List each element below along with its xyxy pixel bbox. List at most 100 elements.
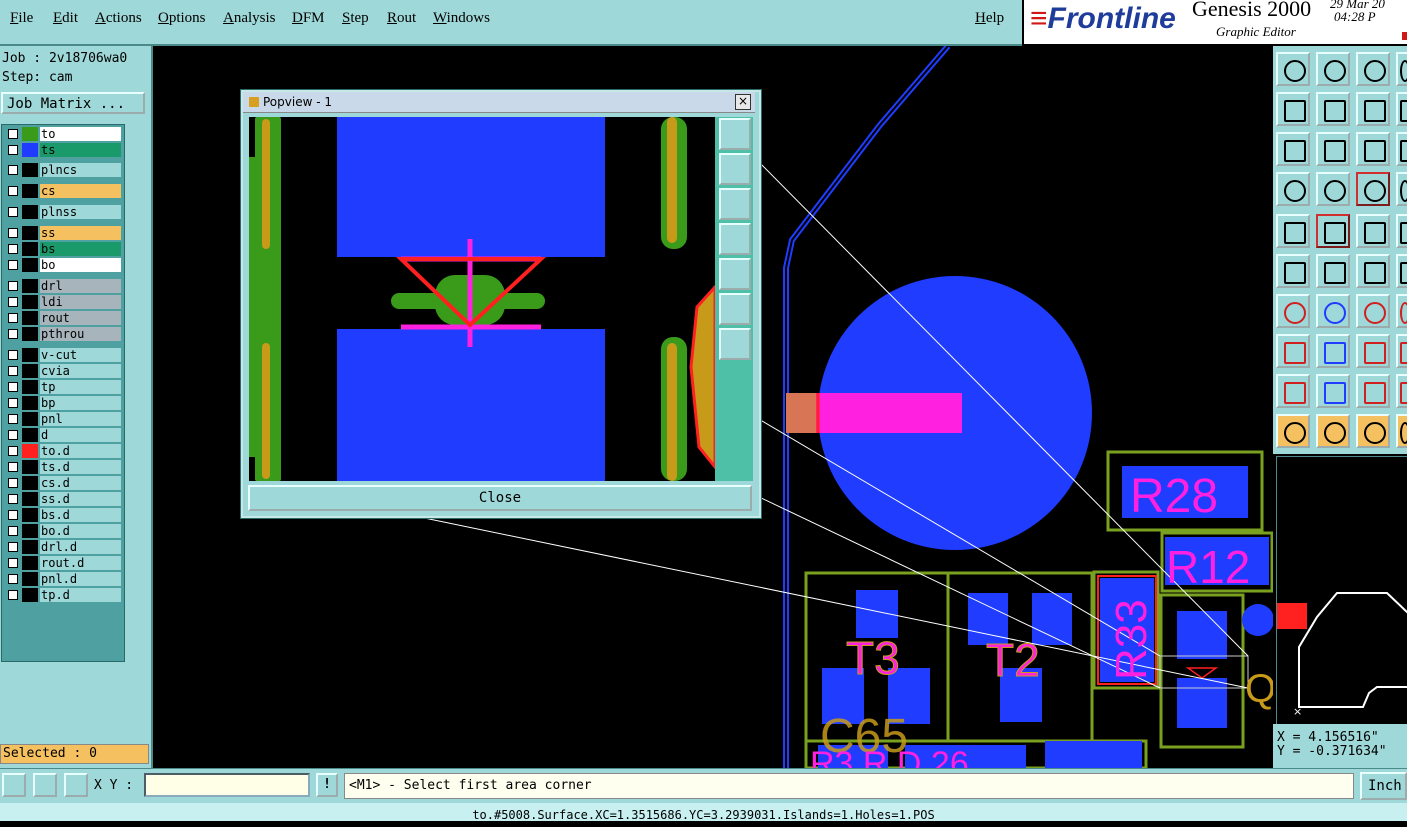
pan-left-icon[interactable] [719, 223, 751, 255]
zoom-box-icon[interactable] [1356, 334, 1390, 368]
menu-options[interactable]: Options [158, 10, 206, 27]
layer-checkbox[interactable] [8, 244, 18, 254]
layer-checkbox[interactable] [8, 186, 18, 196]
layer-row[interactable]: ss.d [4, 492, 122, 506]
layer-row[interactable]: rout [4, 311, 122, 325]
layer-name[interactable]: rout.d [40, 556, 121, 570]
layer-name[interactable]: pnl.d [40, 572, 121, 586]
layer-checkbox[interactable] [8, 260, 18, 270]
layer-name[interactable]: to [40, 127, 121, 141]
layer-checkbox[interactable] [8, 165, 18, 175]
undo-icon[interactable] [1276, 92, 1310, 126]
extra9-icon[interactable] [1396, 374, 1407, 408]
layer-name[interactable]: ss [40, 226, 121, 240]
layer-checkbox[interactable] [8, 145, 18, 155]
layer-color-swatch[interactable] [22, 556, 38, 570]
layer-color-swatch[interactable] [22, 279, 38, 293]
layer-color-swatch[interactable] [22, 127, 38, 141]
layer-color-swatch[interactable] [22, 258, 38, 272]
layer-row[interactable]: drl [4, 279, 122, 293]
layer-checkbox[interactable] [8, 414, 18, 424]
layer-name[interactable]: cs.d [40, 476, 121, 490]
menu-rout[interactable]: Rout [387, 10, 416, 27]
scale-icon[interactable] [1356, 132, 1390, 166]
menu-help[interactable]: Help [975, 10, 1004, 27]
popview-titlebar[interactable]: Popview - 1 × [243, 92, 755, 113]
layer-name[interactable]: ss.d [40, 492, 121, 506]
layer-name[interactable]: plnss [40, 205, 121, 219]
layer-name[interactable]: drl [40, 279, 121, 293]
layer-name[interactable]: plncs [40, 163, 121, 177]
layer-row[interactable]: pnl.d [4, 572, 122, 586]
ruler-icon[interactable] [1356, 214, 1390, 248]
layer-color-swatch[interactable] [22, 444, 38, 458]
extra7-icon[interactable] [1396, 294, 1407, 328]
zoom-area-icon[interactable] [1316, 132, 1350, 166]
pad-move-icon[interactable] [1276, 334, 1310, 368]
pan-down-icon[interactable] [719, 188, 751, 220]
close-button[interactable]: Close [248, 485, 752, 511]
menu-windows[interactable]: Windows [433, 10, 490, 27]
pan-up-icon[interactable] [719, 153, 751, 185]
popview-canvas[interactable] [249, 117, 715, 481]
zoom-out-icon[interactable] [719, 328, 751, 360]
layer-color-swatch[interactable] [22, 476, 38, 490]
layer-color-swatch[interactable] [22, 588, 38, 602]
layer-name[interactable]: drl.d [40, 540, 121, 554]
layer-color-swatch[interactable] [22, 460, 38, 474]
save-icon[interactable] [1316, 52, 1350, 86]
draw-segment-icon[interactable] [1316, 294, 1350, 328]
layer-checkbox[interactable] [8, 526, 18, 536]
layer-color-swatch[interactable] [22, 508, 38, 522]
layer-color-swatch[interactable] [22, 327, 38, 341]
measure-icon[interactable] [1276, 172, 1310, 206]
layer-color-swatch[interactable] [22, 295, 38, 309]
select-line-icon[interactable] [1316, 214, 1350, 248]
layer-row[interactable]: pnl [4, 412, 122, 426]
layer-row[interactable]: pthrou [4, 327, 122, 341]
reset-icon[interactable] [1356, 92, 1390, 126]
layer-row[interactable]: ts.d [4, 460, 122, 474]
layer-color-swatch[interactable] [22, 205, 38, 219]
layer-checkbox[interactable] [8, 366, 18, 376]
select-pad-icon[interactable] [1276, 214, 1310, 248]
menu-step[interactable]: Step [342, 10, 369, 27]
layer-checkbox[interactable] [8, 207, 18, 217]
layer-row[interactable]: cs [4, 184, 122, 198]
xy-input[interactable] [144, 773, 310, 797]
layer-name[interactable]: bs.d [40, 508, 121, 522]
units-button[interactable]: Inch [1360, 772, 1407, 800]
close-icon[interactable]: × [735, 94, 751, 110]
zoom-home-icon[interactable] [1276, 132, 1310, 166]
layer-name[interactable]: cvia [40, 364, 121, 378]
netlist-icon[interactable] [1356, 172, 1390, 206]
layer-color-swatch[interactable] [22, 242, 38, 256]
execute-button[interactable]: ! [316, 773, 338, 797]
layer-color-swatch[interactable] [22, 311, 38, 325]
letter-a-icon[interactable] [1316, 374, 1350, 408]
extra6-icon[interactable] [1396, 254, 1407, 288]
layer-row[interactable]: v-cut [4, 348, 122, 362]
layer-checkbox[interactable] [8, 542, 18, 552]
snap-icon[interactable] [2, 773, 26, 797]
triangle-icon[interactable] [1276, 374, 1310, 408]
layer-color-swatch[interactable] [22, 380, 38, 394]
layer-color-swatch[interactable] [22, 348, 38, 362]
layer-row[interactable]: tp [4, 380, 122, 394]
layer-checkbox[interactable] [8, 350, 18, 360]
extra2-icon[interactable] [1396, 92, 1407, 126]
layer-name[interactable]: v-cut [40, 348, 121, 362]
arc-node-icon[interactable] [1356, 254, 1390, 288]
extra3-icon[interactable] [1396, 132, 1407, 166]
line-cut-icon[interactable] [1316, 334, 1350, 368]
pointer-icon[interactable] [1276, 414, 1310, 448]
redo-icon[interactable] [1316, 92, 1350, 126]
layer-checkbox[interactable] [8, 590, 18, 600]
layer-name[interactable]: ldi [40, 295, 121, 309]
menu-actions[interactable]: Actions [95, 10, 142, 27]
layer-name[interactable]: bp [40, 396, 121, 410]
layer-checkbox[interactable] [8, 281, 18, 291]
layer-row[interactable]: cs.d [4, 476, 122, 490]
angle-icon[interactable] [33, 773, 57, 797]
mini-map[interactable]: × [1276, 456, 1407, 726]
